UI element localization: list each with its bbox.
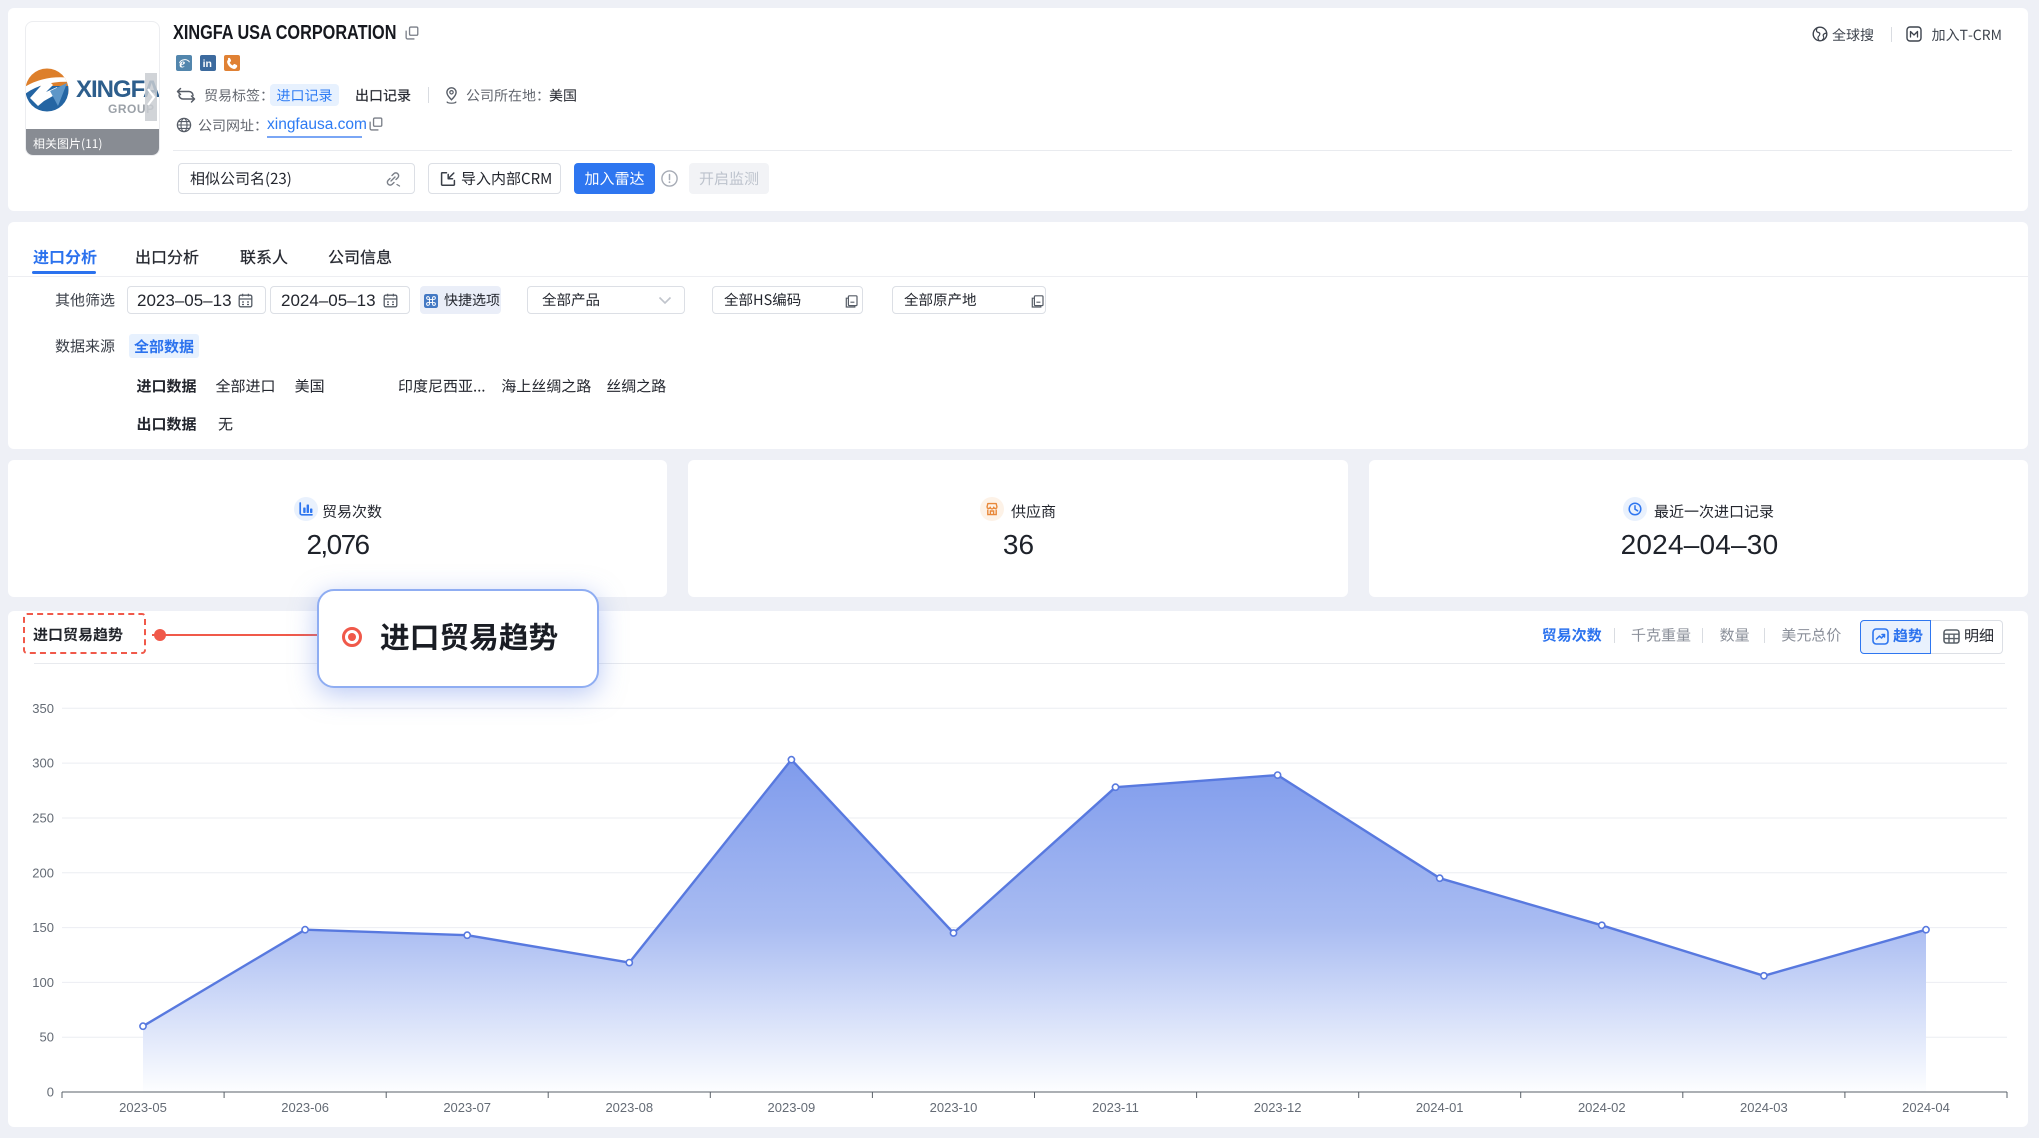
svg-text:e: e <box>179 56 185 71</box>
svg-text:200: 200 <box>32 865 54 880</box>
svg-text:0: 0 <box>47 1085 54 1100</box>
svg-text:2023-07: 2023-07 <box>443 1100 491 1115</box>
svg-text:2023-08: 2023-08 <box>605 1100 653 1115</box>
svg-text:2023-06: 2023-06 <box>281 1100 329 1115</box>
svg-text:50: 50 <box>40 1030 54 1045</box>
svg-text:150: 150 <box>32 920 54 935</box>
svg-text:250: 250 <box>32 811 54 826</box>
svg-text:100: 100 <box>32 975 54 990</box>
svg-text:2024-01: 2024-01 <box>1416 1100 1464 1115</box>
svg-text:2023-11: 2023-11 <box>1092 1100 1139 1115</box>
svg-text:2024-03: 2024-03 <box>1740 1100 1788 1115</box>
svg-text:2023-12: 2023-12 <box>1254 1100 1302 1115</box>
svg-text:2024-02: 2024-02 <box>1578 1100 1626 1115</box>
svg-text:2023-05: 2023-05 <box>119 1100 167 1115</box>
svg-text:2023-10: 2023-10 <box>930 1100 978 1115</box>
svg-text:350: 350 <box>32 701 54 716</box>
svg-text:2024-04: 2024-04 <box>1902 1100 1950 1115</box>
svg-text:in: in <box>203 58 212 70</box>
svg-text:300: 300 <box>32 756 54 771</box>
svg-text:2023-09: 2023-09 <box>768 1100 816 1115</box>
